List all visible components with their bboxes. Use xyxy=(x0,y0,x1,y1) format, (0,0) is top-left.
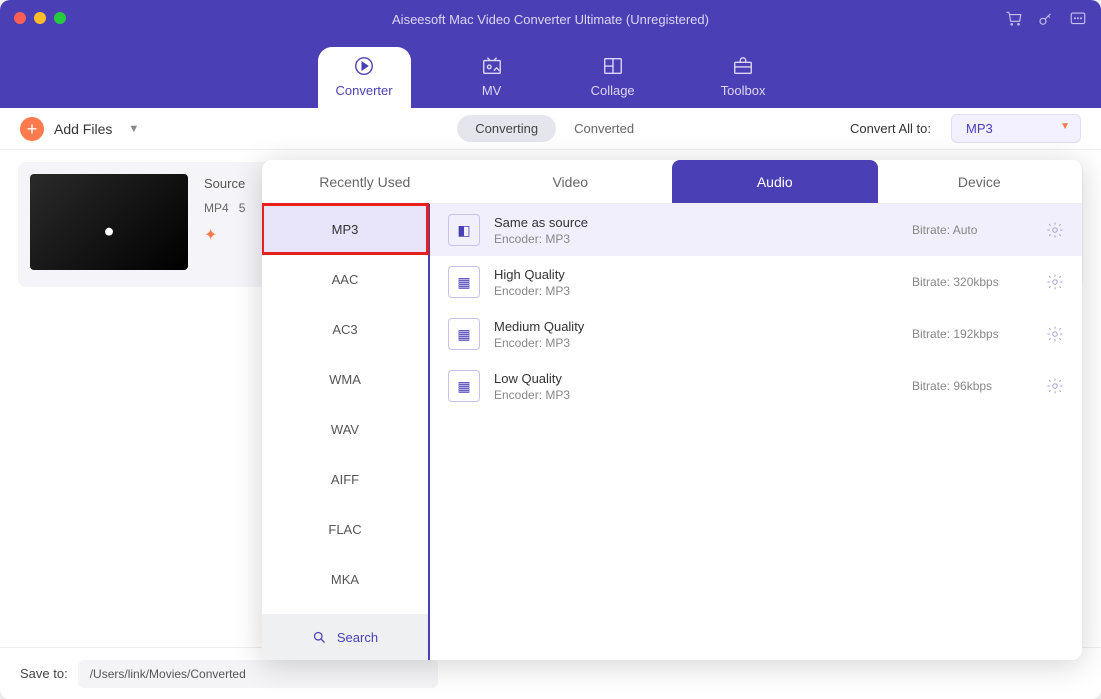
gear-icon[interactable] xyxy=(1046,221,1064,239)
popover-body: MP3 AAC AC3 WMA WAV AIFF FLAC MKA Search… xyxy=(262,204,1082,660)
format-aac[interactable]: AAC xyxy=(262,254,428,304)
format-ac3[interactable]: AC3 xyxy=(262,304,428,354)
format-mp3[interactable]: MP3 xyxy=(262,204,428,254)
convert-all-dropdown[interactable]: MP3 xyxy=(951,114,1081,143)
tab-label: Collage xyxy=(591,83,635,98)
tab-converter[interactable]: Converter xyxy=(318,47,411,108)
preset-bitrate: Bitrate: 320kbps xyxy=(912,275,1032,289)
preset-encoder: Encoder: MP3 xyxy=(494,232,588,246)
preset-text: Low Quality Encoder: MP3 xyxy=(494,371,570,402)
gear-icon[interactable] xyxy=(1046,325,1064,343)
format-wav[interactable]: WAV xyxy=(262,404,428,454)
tab-collage[interactable]: Collage xyxy=(573,47,653,108)
codec-badge: MP4 xyxy=(204,201,229,215)
extra-badge: 5 xyxy=(239,201,246,215)
file-badges: MP4 5 xyxy=(204,201,245,215)
preset-icon: ▦ xyxy=(448,318,480,350)
preset-icon: ◧ xyxy=(448,214,480,246)
popover-tabs: Recently Used Video Audio Device xyxy=(262,160,1082,204)
header-actions xyxy=(1005,10,1087,33)
preset-text: Same as source Encoder: MP3 xyxy=(494,215,588,246)
format-popover: Recently Used Video Audio Device MP3 AAC… xyxy=(262,160,1082,660)
enhance-icon[interactable]: ✦ xyxy=(204,225,245,245)
source-label: Source xyxy=(204,176,245,191)
preset-bitrate: Bitrate: 192kbps xyxy=(912,327,1032,341)
popover-tab-audio[interactable]: Audio xyxy=(672,160,878,203)
preset-title: High Quality xyxy=(494,267,570,282)
preset-high-quality[interactable]: ▦ High Quality Encoder: MP3 Bitrate: 320… xyxy=(430,256,1082,308)
gear-icon[interactable] xyxy=(1046,273,1064,291)
preset-title: Same as source xyxy=(494,215,588,230)
video-thumbnail[interactable] xyxy=(30,174,188,270)
status-toggle: Converting Converted xyxy=(457,115,652,142)
key-icon[interactable] xyxy=(1037,10,1055,33)
format-search[interactable]: Search xyxy=(262,614,428,660)
chevron-down-icon[interactable]: ▼ xyxy=(128,123,139,135)
gear-icon[interactable] xyxy=(1046,377,1064,395)
main-tabs: Converter MV Collage Toolbox xyxy=(0,38,1101,108)
search-label: Search xyxy=(337,630,378,645)
search-icon xyxy=(312,630,327,645)
preset-icon: ▦ xyxy=(448,266,480,298)
preset-bitrate: Bitrate: 96kbps xyxy=(912,379,1032,393)
preset-text: Medium Quality Encoder: MP3 xyxy=(494,319,584,350)
add-files-label: Add Files xyxy=(54,121,112,137)
format-list: MP3 AAC AC3 WMA WAV AIFF FLAC MKA Search xyxy=(262,204,430,660)
preset-encoder: Encoder: MP3 xyxy=(494,388,570,402)
popover-tab-recent[interactable]: Recently Used xyxy=(262,160,468,203)
preset-text: High Quality Encoder: MP3 xyxy=(494,267,570,298)
popover-tab-video[interactable]: Video xyxy=(468,160,674,203)
convert-all-label: Convert All to: xyxy=(850,121,931,136)
plus-icon: + xyxy=(20,117,44,141)
preset-same-as-source[interactable]: ◧ Same as source Encoder: MP3 Bitrate: A… xyxy=(430,204,1082,256)
preset-list: ◧ Same as source Encoder: MP3 Bitrate: A… xyxy=(430,204,1082,660)
preset-bitrate: Bitrate: Auto xyxy=(912,223,1032,237)
add-files-button[interactable]: + Add Files ▼ xyxy=(20,117,139,141)
preset-title: Low Quality xyxy=(494,371,570,386)
tab-label: Toolbox xyxy=(721,83,766,98)
toggle-converted[interactable]: Converted xyxy=(556,115,652,142)
feedback-icon[interactable] xyxy=(1069,10,1087,33)
tab-toolbox[interactable]: Toolbox xyxy=(703,47,784,108)
preset-encoder: Encoder: MP3 xyxy=(494,284,570,298)
window-title: Aiseesoft Mac Video Converter Ultimate (… xyxy=(0,12,1101,27)
tab-label: MV xyxy=(482,83,502,98)
file-meta: Source MP4 5 ✦ xyxy=(204,174,245,275)
toolbar: + Add Files ▼ Converting Converted Conve… xyxy=(0,108,1101,150)
preset-icon: ▦ xyxy=(448,370,480,402)
format-wma[interactable]: WMA xyxy=(262,354,428,404)
format-aiff[interactable]: AIFF xyxy=(262,454,428,504)
save-path-field[interactable]: /Users/link/Movies/Converted xyxy=(78,660,438,688)
format-flac[interactable]: FLAC xyxy=(262,504,428,554)
tab-mv[interactable]: MV xyxy=(461,47,523,108)
header: Aiseesoft Mac Video Converter Ultimate (… xyxy=(0,0,1101,108)
format-mka[interactable]: MKA xyxy=(262,554,428,604)
toggle-converting[interactable]: Converting xyxy=(457,115,556,142)
popover-tab-device[interactable]: Device xyxy=(877,160,1083,203)
preset-low-quality[interactable]: ▦ Low Quality Encoder: MP3 Bitrate: 96kb… xyxy=(430,360,1082,412)
preset-encoder: Encoder: MP3 xyxy=(494,336,584,350)
preset-title: Medium Quality xyxy=(494,319,584,334)
tab-label: Converter xyxy=(336,83,393,98)
save-to-label: Save to: xyxy=(20,666,68,681)
cart-icon[interactable] xyxy=(1005,10,1023,33)
preset-medium-quality[interactable]: ▦ Medium Quality Encoder: MP3 Bitrate: 1… xyxy=(430,308,1082,360)
